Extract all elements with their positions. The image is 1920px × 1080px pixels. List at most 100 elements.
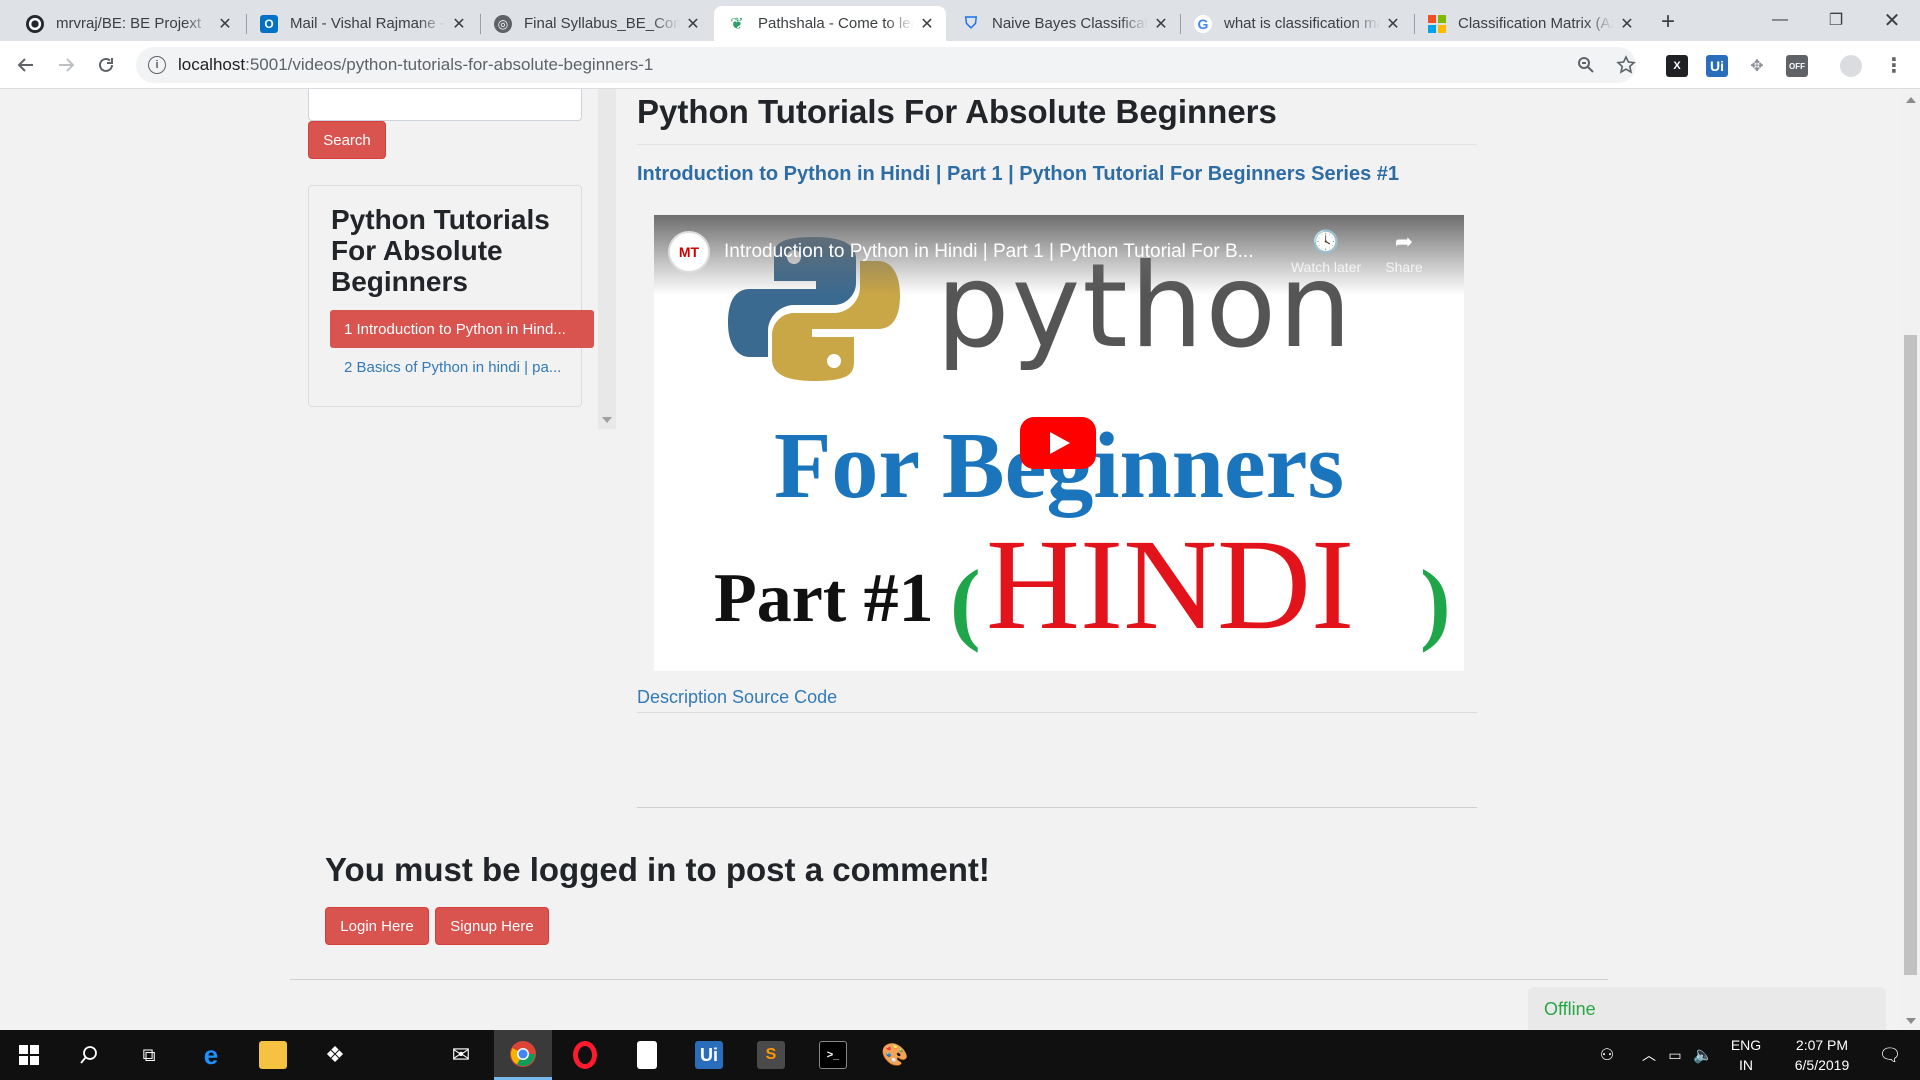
- extension-uipath-icon[interactable]: Ui: [1706, 55, 1728, 77]
- video-player[interactable]: python For Beginners Part #1 ( HINDI ) M…: [654, 215, 1464, 671]
- tab-title: Final Syllabus_BE_Comp: [524, 15, 680, 32]
- clock[interactable]: 2:07 PM 6/5/2019: [1772, 1035, 1872, 1075]
- document-icon[interactable]: [618, 1030, 676, 1080]
- tab-outlook[interactable]: O Mail - Vishal Rajmane - Outlook ✕: [246, 6, 478, 41]
- tab-title: Mail - Vishal Rajmane - Outlook: [290, 15, 446, 32]
- url-host: localhost: [178, 55, 246, 74]
- minimize-icon[interactable]: —: [1752, 0, 1808, 40]
- url-path: :5001/videos/python-tutorials-for-absolu…: [245, 55, 654, 74]
- thumbnail-paren-close: ): [1420, 551, 1451, 653]
- dropbox-icon[interactable]: ❖: [306, 1030, 364, 1080]
- sidebar-scrollbar[interactable]: [598, 89, 616, 429]
- extension-puzzle-icon[interactable]: ✥: [1746, 55, 1768, 77]
- close-icon[interactable]: ✕: [1618, 15, 1636, 33]
- extension-x-icon[interactable]: X: [1666, 55, 1688, 77]
- scroll-down-icon[interactable]: [602, 417, 612, 423]
- watch-later-control[interactable]: 🕓 Watch later: [1286, 229, 1366, 275]
- search-input[interactable]: [308, 89, 582, 121]
- tab-classification-matrix[interactable]: Classification Matrix (Azure) ✕: [1414, 6, 1646, 41]
- edge-icon[interactable]: e: [182, 1030, 240, 1080]
- windows-taskbar: ⧉ e ❖ ✉ Ui S >_ 🎨 ⚇ ︿ ▭ 🔈 ENG IN 2:07 PM…: [0, 1030, 1920, 1080]
- paint-icon[interactable]: 🎨: [866, 1030, 924, 1080]
- search-button[interactable]: Search: [308, 121, 386, 159]
- close-icon[interactable]: ✕: [1384, 15, 1402, 33]
- video-overlay-title[interactable]: Introduction to Python in Hindi | Part 1…: [724, 241, 1253, 263]
- language-top: ENG: [1730, 1037, 1762, 1053]
- site-info-icon[interactable]: i: [148, 56, 166, 74]
- thumbnail-part: Part #1: [714, 560, 934, 637]
- close-icon[interactable]: ✕: [450, 15, 468, 33]
- signup-button[interactable]: Signup Here: [435, 907, 549, 945]
- tab-title: mrvraj/BE: BE Projext: [56, 15, 202, 32]
- windows-start-icon[interactable]: [0, 1030, 58, 1080]
- scroll-up-icon[interactable]: [1906, 97, 1916, 103]
- window-close-icon[interactable]: ✕: [1864, 0, 1920, 40]
- extension-off-icon[interactable]: OFF: [1786, 55, 1808, 77]
- scroll-down-icon[interactable]: [1906, 1018, 1916, 1024]
- notification-icon[interactable]: 🗨: [1870, 1030, 1910, 1080]
- youtube-play-icon[interactable]: [1020, 417, 1096, 469]
- thumbnail-paren-open: (: [950, 551, 981, 653]
- watch-later-label: Watch later: [1290, 259, 1362, 275]
- page-content: Search Python Tutorials For Absolute Beg…: [0, 89, 1920, 1030]
- volume-icon[interactable]: 🔈: [1688, 1030, 1718, 1080]
- channel-avatar[interactable]: MT: [668, 231, 710, 273]
- close-icon[interactable]: ✕: [1152, 15, 1170, 33]
- tab-google-search[interactable]: G what is classification matrix ✕: [1180, 6, 1412, 41]
- tray-chevron-icon[interactable]: ︿: [1636, 1030, 1662, 1080]
- reload-icon[interactable]: [90, 49, 122, 81]
- mail-icon[interactable]: ✉: [432, 1030, 490, 1080]
- file-explorer-icon[interactable]: [244, 1030, 302, 1080]
- people-icon[interactable]: ⚇: [1578, 1030, 1636, 1080]
- clock-date: 6/5/2019: [1794, 1057, 1850, 1073]
- restore-icon[interactable]: ❐: [1808, 0, 1864, 40]
- footer-divider: [290, 979, 1608, 980]
- bookmark-star-icon[interactable]: [1610, 49, 1642, 81]
- tab-syllabus[interactable]: ◎ Final Syllabus_BE_Comp ✕: [480, 6, 712, 41]
- share-control[interactable]: ➦ Share: [1364, 229, 1444, 275]
- zoom-icon[interactable]: [1570, 49, 1602, 81]
- language-bottom: IN: [1739, 1057, 1753, 1073]
- playlist-title: Python Tutorials For Absolute Beginners: [331, 204, 550, 297]
- offline-status[interactable]: Offline: [1528, 987, 1886, 1030]
- close-icon[interactable]: ✕: [216, 15, 234, 33]
- forward-icon[interactable]: [50, 49, 82, 81]
- tab-naive-bayes[interactable]: ⛉ Naive Bayes Classification ✕: [948, 6, 1180, 41]
- uipath-icon[interactable]: Ui: [680, 1030, 738, 1080]
- address-bar[interactable]: i localhost:5001/videos/python-tutorials…: [136, 47, 1636, 83]
- tab-github[interactable]: mrvraj/BE: BE Projext ✕: [12, 6, 244, 41]
- thumbnail-part-line: Part #1 ( HINDI ): [714, 515, 1451, 655]
- tab-source-code[interactable]: Source Code: [732, 687, 837, 707]
- leaf-icon: ❦: [728, 14, 746, 33]
- close-icon[interactable]: ✕: [684, 15, 702, 33]
- menu-kebab-icon[interactable]: ⋮: [1878, 49, 1910, 81]
- search-icon[interactable]: [60, 1030, 118, 1080]
- battery-icon[interactable]: ▭: [1662, 1030, 1688, 1080]
- chrome-icon[interactable]: [494, 1030, 552, 1080]
- video-title-link[interactable]: Introduction to Python in Hindi | Part 1…: [637, 163, 1399, 186]
- back-icon[interactable]: [10, 49, 42, 81]
- page-title: Python Tutorials For Absolute Beginners: [637, 89, 1477, 145]
- profile-avatar-icon[interactable]: [1840, 55, 1862, 77]
- playlist-item[interactable]: 2 Basics of Python in hindi | pa...: [330, 348, 570, 386]
- tab-pathshala[interactable]: ❦ Pathshala - Come to learn ✕: [714, 6, 946, 41]
- playlist-item-active[interactable]: 1 Introduction to Python in Hind...: [330, 310, 594, 348]
- close-icon[interactable]: ✕: [918, 15, 936, 33]
- page-scrollbar[interactable]: [1901, 89, 1920, 1030]
- new-tab-button[interactable]: +: [1652, 6, 1684, 38]
- tab-description[interactable]: Description: [637, 687, 727, 707]
- tab-title: Pathshala - Come to learn: [758, 15, 914, 32]
- shield-icon: ⛉: [962, 14, 980, 33]
- terminal-icon[interactable]: >_: [804, 1030, 862, 1080]
- language-indicator[interactable]: ENG IN: [1728, 1035, 1764, 1075]
- login-button[interactable]: Login Here: [325, 907, 429, 945]
- sublime-text-icon[interactable]: S: [742, 1030, 800, 1080]
- comment-login-heading: You must be logged in to post a comment!: [325, 851, 990, 888]
- tab-strip: mrvraj/BE: BE Projext ✕ O Mail - Vishal …: [0, 0, 1920, 41]
- google-icon: G: [1194, 14, 1212, 33]
- opera-icon[interactable]: [556, 1030, 614, 1080]
- share-icon: ➦: [1394, 229, 1414, 254]
- scrollbar-thumb[interactable]: [1904, 335, 1917, 975]
- microsoft-icon: [1428, 14, 1446, 33]
- task-view-icon[interactable]: ⧉: [120, 1030, 178, 1080]
